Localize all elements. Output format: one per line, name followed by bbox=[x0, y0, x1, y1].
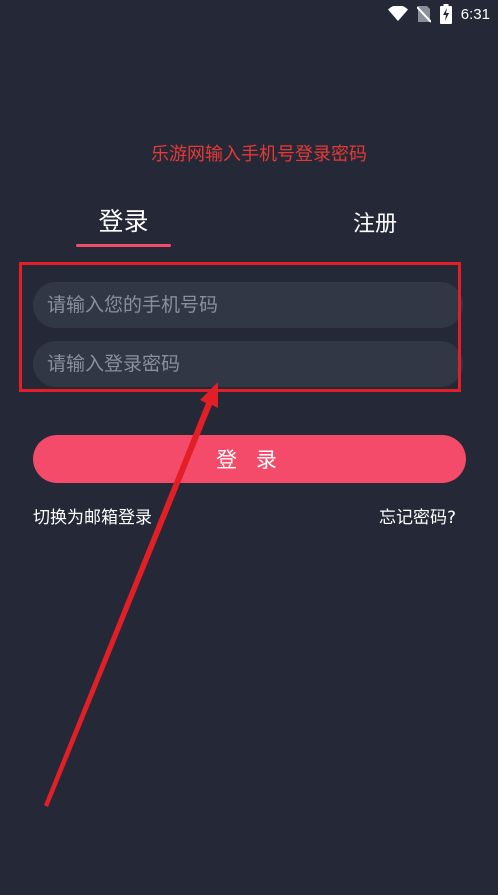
annotation-title: 乐游网输入手机号登录密码 bbox=[151, 144, 367, 165]
status-bar: 6:31 bbox=[0, 0, 498, 28]
login-button[interactable]: 登 录 bbox=[33, 435, 466, 483]
no-sim-icon bbox=[416, 5, 431, 23]
battery-charging-icon bbox=[439, 4, 452, 24]
phone-input[interactable] bbox=[33, 282, 463, 328]
password-input[interactable] bbox=[33, 341, 463, 387]
active-tab-indicator bbox=[76, 244, 171, 247]
status-icons: 6:31 bbox=[387, 4, 490, 24]
tab-register[interactable]: 注册 bbox=[330, 206, 420, 238]
wifi-icon bbox=[387, 6, 408, 22]
forgot-password-link[interactable]: 忘记密码? bbox=[379, 503, 456, 528]
tab-login[interactable]: 登录 bbox=[76, 202, 171, 238]
status-time: 6:31 bbox=[460, 5, 490, 23]
switch-email-login-link[interactable]: 切换为邮箱登录 bbox=[33, 503, 152, 528]
